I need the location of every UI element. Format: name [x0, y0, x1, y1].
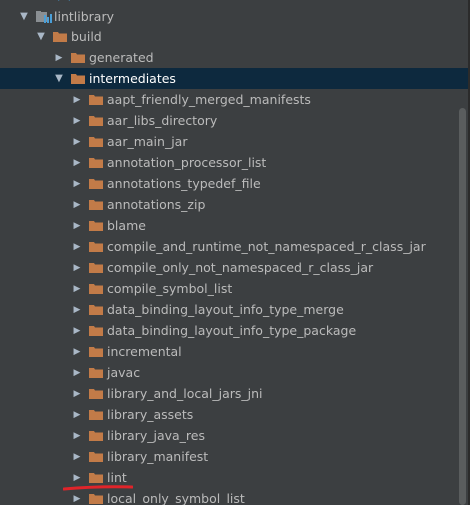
tree-label: local_only_symbol_list — [107, 491, 245, 505]
tree-label: aar_main_jar — [107, 134, 188, 149]
tree-label: annotations_zip — [107, 197, 206, 212]
tree-row-child[interactable]: ▶ incremental — [0, 341, 468, 362]
tree-label: compile_only_not_namespaced_r_class_jar — [107, 260, 374, 275]
collapse-arrow-icon[interactable]: ▶ — [71, 493, 83, 505]
collapse-arrow-icon[interactable]: ▶ — [71, 262, 83, 274]
collapse-arrow-icon[interactable]: ▶ — [71, 136, 83, 148]
expand-arrow-icon[interactable]: ▼ — [35, 31, 47, 43]
collapse-arrow-icon[interactable]: ▶ — [71, 157, 83, 169]
collapse-arrow-icon[interactable]: ▶ — [71, 178, 83, 190]
partial-file-icon — [58, 0, 70, 1]
collapse-arrow-icon[interactable]: ▶ — [71, 94, 83, 106]
tree-label: library_and_local_jars_jni — [107, 386, 263, 401]
module-folder-icon — [36, 11, 52, 23]
collapse-arrow-icon[interactable]: ▶ — [71, 451, 83, 463]
folder-icon — [89, 220, 103, 231]
folder-icon — [89, 493, 103, 504]
folder-icon — [89, 283, 103, 294]
tree-label: javac — [107, 365, 141, 380]
tree-row-child[interactable]: ▶ data_binding_layout_info_type_package — [0, 320, 468, 341]
tree-row-child[interactable]: ▶ annotation_processor_list — [0, 152, 468, 173]
folder-icon — [89, 115, 103, 126]
tree-row-child[interactable]: ▶ library_manifest — [0, 446, 468, 467]
folder-icon — [89, 94, 103, 105]
tree-row-child[interactable]: ▶ library_java_res — [0, 425, 468, 446]
tree-row-child[interactable]: ▶ data_binding_layout_info_type_merge — [0, 299, 468, 320]
expand-arrow-icon[interactable]: ▼ — [53, 73, 65, 85]
collapse-arrow-icon[interactable]: ▶ — [71, 472, 83, 484]
folder-icon — [89, 136, 103, 147]
tree-label: intermediates — [89, 71, 176, 86]
folder-icon — [89, 262, 103, 273]
tree-row-child[interactable]: ▶ aapt_friendly_merged_manifests — [0, 89, 468, 110]
folder-icon — [71, 52, 85, 63]
tree-row-generated[interactable]: ▶ generated — [0, 47, 468, 68]
tree-label: compile_symbol_list — [107, 281, 233, 296]
tree-row-child[interactable]: ▶ compile_and_runtime_not_namespaced_r_cl… — [0, 236, 468, 257]
tree-label: aar_libs_directory — [107, 113, 218, 128]
collapse-arrow-icon[interactable]: ▶ — [71, 430, 83, 442]
tree-label: incremental — [107, 344, 182, 359]
tree-row-child[interactable]: ▶ library_and_local_jars_jni — [0, 383, 468, 404]
folder-icon — [89, 178, 103, 189]
folder-icon — [89, 304, 103, 315]
vertical-scrollbar[interactable] — [459, 108, 466, 505]
folder-icon — [89, 388, 103, 399]
red-underline-annotation — [63, 485, 133, 491]
folder-icon — [89, 241, 103, 252]
collapse-arrow-icon[interactable]: ▶ — [71, 325, 83, 337]
tree-label: library_manifest — [107, 449, 209, 464]
folder-icon — [89, 157, 103, 168]
tree-row-lintlibrary[interactable]: ▼ lintlibrary — [0, 6, 468, 27]
tree-row-child[interactable]: ▶ annotations_zip — [0, 194, 468, 215]
tree-row-intermediates[interactable]: ▼ intermediates — [0, 68, 468, 89]
tree-row-child[interactable]: ▶ library_assets — [0, 404, 468, 425]
tree-label: lint — [107, 470, 127, 485]
tree-label: compile_and_runtime_not_namespaced_r_cla… — [107, 239, 426, 254]
folder-icon — [89, 367, 103, 378]
tree-row-child[interactable]: ▶ annotations_typedef_file — [0, 173, 468, 194]
tree-label: lintlibrary — [54, 9, 114, 24]
collapse-arrow-icon[interactable]: ▶ — [71, 409, 83, 421]
collapse-arrow-icon[interactable]: ▶ — [71, 304, 83, 316]
folder-icon — [89, 451, 103, 462]
folder-icon — [53, 31, 67, 42]
project-tree-panel: ▼ lintlibrary ▼ build ▶ generated ▼ inte… — [0, 0, 470, 505]
folder-icon — [89, 430, 103, 441]
tree-label: blame — [107, 218, 146, 233]
tree-label: library_assets — [107, 407, 194, 422]
tree-label: aapt_friendly_merged_manifests — [107, 92, 311, 107]
collapse-arrow-icon[interactable]: ▶ — [71, 388, 83, 400]
collapse-arrow-icon[interactable]: ▶ — [71, 283, 83, 295]
tree-label: annotations_typedef_file — [107, 176, 261, 191]
collapse-arrow-icon[interactable]: ▶ — [71, 220, 83, 232]
tree-row-child[interactable]: ▶ compile_symbol_list — [0, 278, 468, 299]
tree-row-child[interactable]: ▶ compile_only_not_namespaced_r_class_jar — [0, 257, 468, 278]
tree-label: data_binding_layout_info_type_package — [107, 323, 357, 338]
expand-arrow-icon[interactable]: ▼ — [18, 11, 30, 23]
collapse-arrow-icon[interactable]: ▶ — [53, 52, 65, 64]
folder-icon — [89, 199, 103, 210]
collapse-arrow-icon[interactable]: ▶ — [71, 199, 83, 211]
tree-row-build[interactable]: ▼ build — [0, 26, 468, 47]
collapse-arrow-icon[interactable]: ▶ — [71, 241, 83, 253]
tree-row-child[interactable]: ▶ javac — [0, 362, 468, 383]
folder-icon — [89, 325, 103, 336]
folder-icon — [71, 73, 85, 84]
tree-label: generated — [89, 50, 154, 65]
folder-icon — [89, 472, 103, 483]
folder-icon — [89, 346, 103, 357]
tree-row-child[interactable]: ▶ aar_main_jar — [0, 131, 468, 152]
tree-label: data_binding_layout_info_type_merge — [107, 302, 344, 317]
folder-icon — [89, 409, 103, 420]
collapse-arrow-icon[interactable]: ▶ — [71, 367, 83, 379]
tree-label: annotation_processor_list — [107, 155, 267, 170]
collapse-arrow-icon[interactable]: ▶ — [71, 115, 83, 127]
tree-row-child[interactable]: ▶ blame — [0, 215, 468, 236]
tree-label: build — [71, 29, 102, 44]
tree-label: library_java_res — [107, 428, 205, 443]
collapse-arrow-icon[interactable]: ▶ — [71, 346, 83, 358]
tree-row-child[interactable]: ▶ aar_libs_directory — [0, 110, 468, 131]
